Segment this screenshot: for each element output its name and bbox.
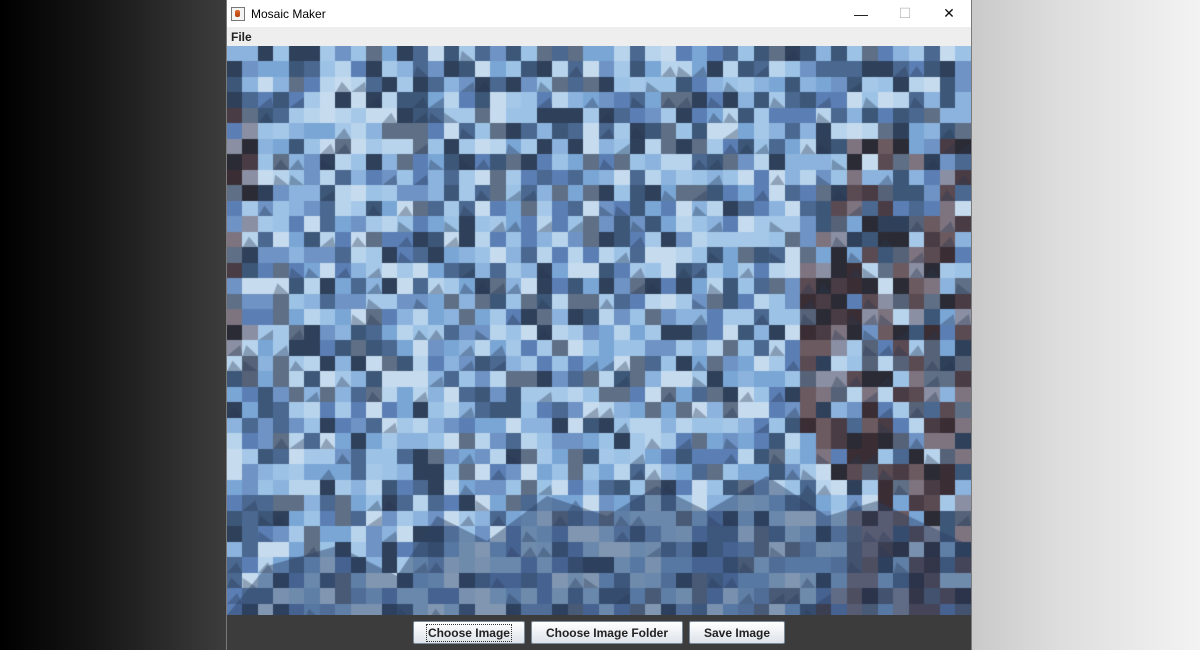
mosaic-image bbox=[227, 46, 971, 615]
choose-image-folder-label: Choose Image Folder bbox=[545, 625, 668, 640]
app-window: Mosaic Maker — ☐ ✕ File Choose Image Cho… bbox=[227, 0, 971, 650]
maximize-icon: ☐ bbox=[898, 5, 912, 21]
title-bar[interactable]: Mosaic Maker — ☐ ✕ bbox=[227, 0, 971, 27]
java-cup-icon bbox=[231, 6, 245, 21]
desktop-background-right bbox=[971, 0, 1200, 650]
minimize-icon: — bbox=[854, 5, 868, 22]
button-bar: Choose Image Choose Image Folder Save Im… bbox=[227, 615, 971, 650]
minimize-button[interactable]: — bbox=[839, 0, 883, 27]
menu-bar: File bbox=[227, 27, 971, 46]
choose-image-button[interactable]: Choose Image bbox=[412, 621, 525, 644]
close-button[interactable]: ✕ bbox=[927, 0, 971, 27]
choose-image-label: Choose Image bbox=[425, 623, 512, 642]
desktop-background-left bbox=[0, 0, 227, 650]
save-image-label: Save Image bbox=[704, 625, 771, 640]
save-image-button[interactable]: Save Image bbox=[689, 621, 786, 644]
choose-image-folder-button[interactable]: Choose Image Folder bbox=[530, 621, 683, 644]
window-title: Mosaic Maker bbox=[251, 6, 326, 21]
window-controls: — ☐ ✕ bbox=[839, 0, 971, 27]
close-icon: ✕ bbox=[943, 5, 955, 21]
menu-file[interactable]: File bbox=[227, 30, 256, 44]
mosaic-image-panel bbox=[227, 46, 971, 615]
maximize-button[interactable]: ☐ bbox=[883, 0, 927, 27]
